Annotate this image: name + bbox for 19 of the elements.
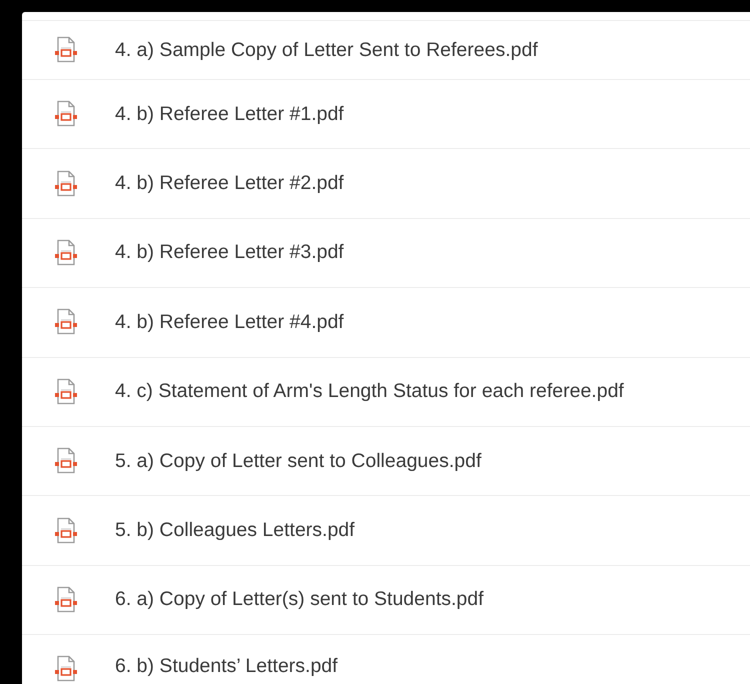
pdf-file-icon (53, 447, 79, 476)
pdf-file-icon (53, 378, 79, 406)
file-name[interactable]: 4. b) Referee Letter #4.pdf (115, 310, 344, 334)
file-name[interactable]: 4. b) Referee Letter #2.pdf (115, 172, 344, 196)
file-name[interactable]: 4. a) Sample Copy of Letter Sent to Referees.pdf (115, 38, 538, 62)
pdf-file-icon (53, 308, 79, 336)
pdf-file-icon (53, 238, 79, 267)
file-name[interactable]: 4. b) Referee Letter #1.pdf (115, 102, 344, 126)
file-name[interactable]: 6. a) Copy of Letter(s) sent to Students.pdf (115, 588, 484, 612)
pdf-file-icon (53, 516, 79, 545)
pdf-file-icon (53, 100, 79, 128)
file-name[interactable]: 4. c) Statement of Arm's Length Status for each referee.pdf (115, 380, 624, 404)
pdf-file-icon (53, 586, 79, 614)
file-name[interactable]: 5. b) Colleagues Letters.pdf (115, 519, 355, 542)
pdf-file-icon (53, 170, 79, 198)
file-name[interactable]: 4. b) Referee Letter #3.pdf (115, 241, 344, 264)
file-name[interactable]: 6. b) Students’ Letters.pdf (115, 655, 338, 678)
file-name[interactable]: 5. a) Copy of Letter sent to Colleagues.pdf (115, 450, 482, 473)
pdf-file-icon (53, 36, 79, 64)
